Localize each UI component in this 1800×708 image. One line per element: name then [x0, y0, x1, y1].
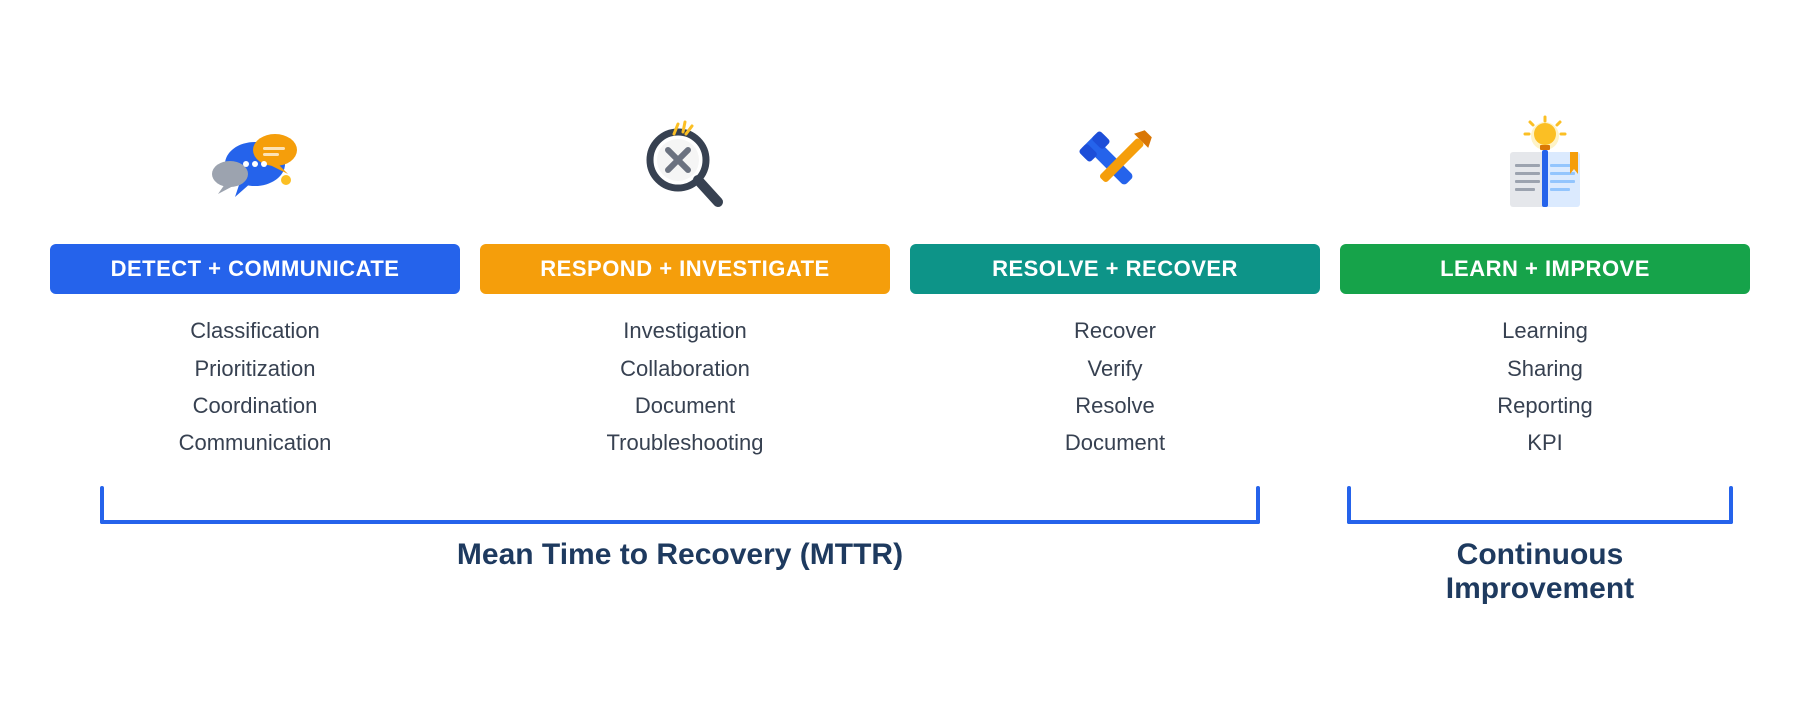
list-item: Troubleshooting [480, 424, 890, 461]
book-lightbulb-icon [1490, 112, 1600, 222]
column-learn: LEARN + IMPROVE Learning Sharing Reporti… [1330, 102, 1760, 462]
list-item: Document [910, 424, 1320, 461]
list-item: Verify [910, 350, 1320, 387]
main-container: DETECT + COMMUNICATE Classification Prio… [40, 102, 1760, 606]
badge-learn: LEARN + IMPROVE [1340, 244, 1750, 294]
list-item: KPI [1340, 424, 1750, 461]
list-item: Recover [910, 312, 1320, 349]
icon-area-learn [1490, 102, 1600, 232]
list-item: Coordination [50, 387, 460, 424]
list-item: Resolve [910, 387, 1320, 424]
tools-icon [1060, 112, 1170, 222]
list-item: Classification [50, 312, 460, 349]
badge-resolve: RESOLVE + RECOVER [910, 244, 1320, 294]
mttr-label: Mean Time to Recovery (MTTR) [457, 538, 903, 572]
icon-area-detect [200, 102, 310, 232]
list-item: Prioritization [50, 350, 460, 387]
list-item: Collaboration [480, 350, 890, 387]
list-item: Investigation [480, 312, 890, 349]
list-item: Reporting [1340, 387, 1750, 424]
icon-area-resolve [1060, 102, 1170, 232]
items-learn: Learning Sharing Reporting KPI [1340, 312, 1750, 462]
badge-detect: DETECT + COMMUNICATE [50, 244, 460, 294]
column-detect: DETECT + COMMUNICATE Classification Prio… [40, 102, 470, 462]
icon-area-respond [630, 102, 740, 232]
items-detect: Classification Prioritization Coordinati… [50, 312, 460, 462]
list-item: Sharing [1340, 350, 1750, 387]
column-resolve: RESOLVE + RECOVER Recover Verify Resolve… [900, 102, 1330, 462]
bottom-row: Mean Time to Recovery (MTTR) Continuous … [40, 486, 1760, 606]
list-item: Document [480, 387, 890, 424]
column-respond: RESPOND + INVESTIGATE Investigation Coll… [470, 102, 900, 462]
list-item: Learning [1340, 312, 1750, 349]
magnify-bug-icon [630, 112, 740, 222]
items-respond: Investigation Collaboration Document Tro… [480, 312, 890, 462]
continuous-improvement-label: Continuous Improvement [1446, 538, 1634, 606]
chat-bubbles-icon [200, 112, 310, 222]
items-resolve: Recover Verify Resolve Document [910, 312, 1320, 462]
badge-respond: RESPOND + INVESTIGATE [480, 244, 890, 294]
list-item: Communication [50, 424, 460, 461]
columns-row: DETECT + COMMUNICATE Classification Prio… [40, 102, 1760, 462]
